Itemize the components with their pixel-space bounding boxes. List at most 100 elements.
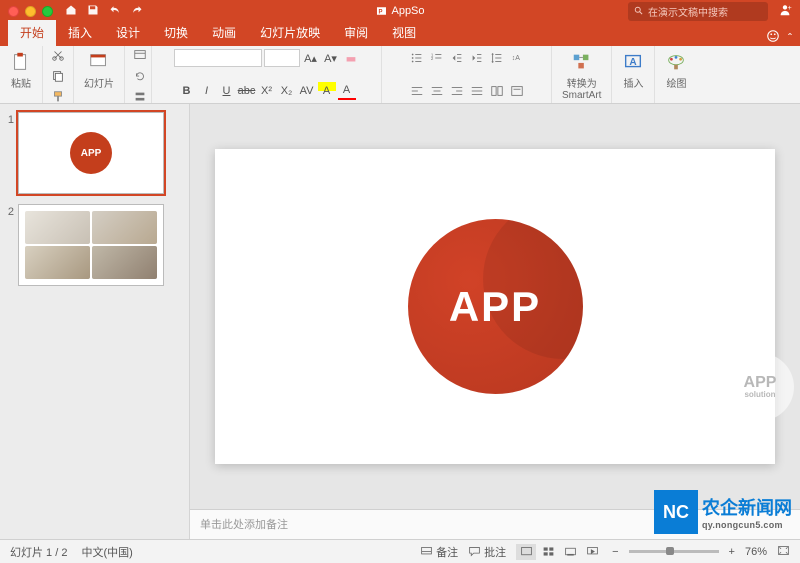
status-left: 幻灯片 1 / 2 中文(中国) [10, 544, 133, 560]
group-insert: A 插入 [612, 46, 655, 103]
tab-animations[interactable]: 动画 [200, 20, 248, 46]
thumbnail-1[interactable]: APP [18, 112, 164, 194]
italic-button[interactable]: I [198, 82, 216, 100]
columns-button[interactable] [488, 82, 506, 100]
format-painter-button[interactable] [49, 88, 67, 106]
search-icon [634, 6, 644, 16]
group-slides-extra [125, 46, 152, 103]
watermark-line1: APP [744, 375, 777, 391]
thumb-image-grid [19, 205, 163, 285]
svg-text:+: + [788, 5, 792, 12]
minimize-icon[interactable] [25, 6, 36, 17]
status-right: 备注 批注 − + 76% [420, 544, 790, 560]
reset-button[interactable] [131, 67, 149, 85]
fit-window-icon[interactable] [777, 544, 790, 560]
align-right-button[interactable] [448, 82, 466, 100]
strike-button[interactable]: abc [238, 82, 256, 100]
svg-text:P: P [378, 9, 382, 15]
thumbnail-2[interactable] [18, 204, 164, 286]
align-text-button[interactable] [508, 82, 526, 100]
slideshow-view-icon[interactable] [582, 544, 602, 560]
font-color-button[interactable]: A [338, 82, 356, 100]
smartart-button[interactable]: 转换为 SmartArt [558, 49, 605, 103]
font-family-combo[interactable] [174, 49, 262, 67]
tab-view[interactable]: 视图 [380, 20, 428, 46]
close-icon[interactable] [8, 6, 19, 17]
tab-home[interactable]: 开始 [8, 20, 56, 46]
tabs-right: ˆ [766, 29, 792, 46]
text-box-button[interactable]: A 插入 [618, 49, 648, 92]
document-title: P AppSo [375, 5, 424, 17]
comments-toggle[interactable]: 批注 [468, 544, 506, 560]
zoom-level[interactable]: 76% [745, 546, 767, 558]
powerpoint-icon: P [375, 5, 387, 17]
tab-insert[interactable]: 插入 [56, 20, 104, 46]
canvas-area[interactable]: APP APP solution [190, 104, 800, 509]
smiley-icon[interactable] [766, 29, 780, 46]
slide-logo[interactable]: APP [408, 219, 583, 394]
superscript-button[interactable]: X² [258, 82, 276, 100]
bullets-button[interactable] [408, 49, 426, 67]
group-font: A▴ A▾ B I U abc X² X₂ AV A A [152, 46, 382, 103]
normal-view-icon[interactable] [516, 544, 536, 560]
paste-button[interactable]: 粘贴 [6, 49, 36, 92]
sorter-view-icon[interactable] [538, 544, 558, 560]
clear-format-button[interactable] [342, 49, 360, 67]
chevron-up-icon[interactable]: ˆ [788, 31, 792, 45]
editor-area: APP APP solution 单击此处添加备注 [190, 104, 800, 539]
justify-button[interactable] [468, 82, 486, 100]
group-clipboard: 粘贴 [0, 46, 43, 103]
maximize-icon[interactable] [42, 6, 53, 17]
new-slide-button[interactable]: 幻灯片 [80, 49, 118, 92]
zoom-in-button[interactable]: + [729, 546, 735, 558]
zoom-out-button[interactable]: − [612, 546, 618, 558]
language-indicator[interactable]: 中文(中国) [81, 544, 132, 560]
tab-transitions[interactable]: 切换 [152, 20, 200, 46]
draw-label: 绘图 [666, 75, 686, 90]
view-buttons [516, 544, 602, 560]
char-spacing-button[interactable]: AV [298, 82, 316, 100]
align-left-button[interactable] [408, 82, 426, 100]
smartart-label: 转换为 SmartArt [562, 75, 601, 101]
undo-icon[interactable] [109, 4, 121, 19]
reading-view-icon[interactable] [560, 544, 580, 560]
tab-review[interactable]: 审阅 [332, 20, 380, 46]
indent-left-button[interactable] [448, 49, 466, 67]
redo-icon[interactable] [131, 4, 143, 19]
zoom-slider[interactable] [629, 550, 719, 553]
share-icon[interactable]: + [778, 3, 792, 20]
font-size-combo[interactable] [264, 49, 300, 67]
cut-button[interactable] [49, 46, 67, 64]
underline-button[interactable]: U [218, 82, 236, 100]
workspace: 1 APP 2 APP [0, 104, 800, 539]
align-center-button[interactable] [428, 82, 446, 100]
save-icon[interactable] [87, 4, 99, 19]
layout-button[interactable] [131, 46, 149, 64]
slides-label: 幻灯片 [84, 75, 114, 90]
slide-thumbnails[interactable]: 1 APP 2 [0, 104, 190, 539]
decrease-font-button[interactable]: A▾ [322, 49, 340, 67]
tab-slideshow[interactable]: 幻灯片放映 [248, 20, 332, 46]
notes-toggle[interactable]: 备注 [420, 544, 458, 560]
brand-cn: 农企新闻网 [702, 494, 792, 520]
indent-right-button[interactable] [468, 49, 486, 67]
draw-button[interactable]: 绘图 [661, 49, 691, 92]
text-direction-button[interactable]: ↕A [508, 49, 526, 67]
tab-design[interactable]: 设计 [104, 20, 152, 46]
increase-font-button[interactable]: A▴ [302, 49, 320, 67]
slide-counter[interactable]: 幻灯片 1 / 2 [10, 544, 67, 560]
numbering-button[interactable]: 12 [428, 49, 446, 67]
search-input[interactable]: 在演示文稿中搜索 [628, 2, 768, 21]
highlight-button[interactable]: A [318, 82, 336, 100]
bold-button[interactable]: B [178, 82, 196, 100]
thumb-number: 1 [4, 112, 18, 126]
subscript-button[interactable]: X₂ [278, 82, 296, 100]
copy-button[interactable] [49, 67, 67, 85]
home-icon[interactable] [65, 4, 77, 19]
ribbon: 粘贴 幻灯片 A▴ A▾ B I U [0, 46, 800, 104]
line-spacing-button[interactable] [488, 49, 506, 67]
thumb-row-2: 2 [4, 204, 185, 286]
slide-logo-text: APP [449, 283, 541, 331]
section-button[interactable] [131, 88, 149, 106]
current-slide[interactable]: APP [215, 149, 775, 464]
